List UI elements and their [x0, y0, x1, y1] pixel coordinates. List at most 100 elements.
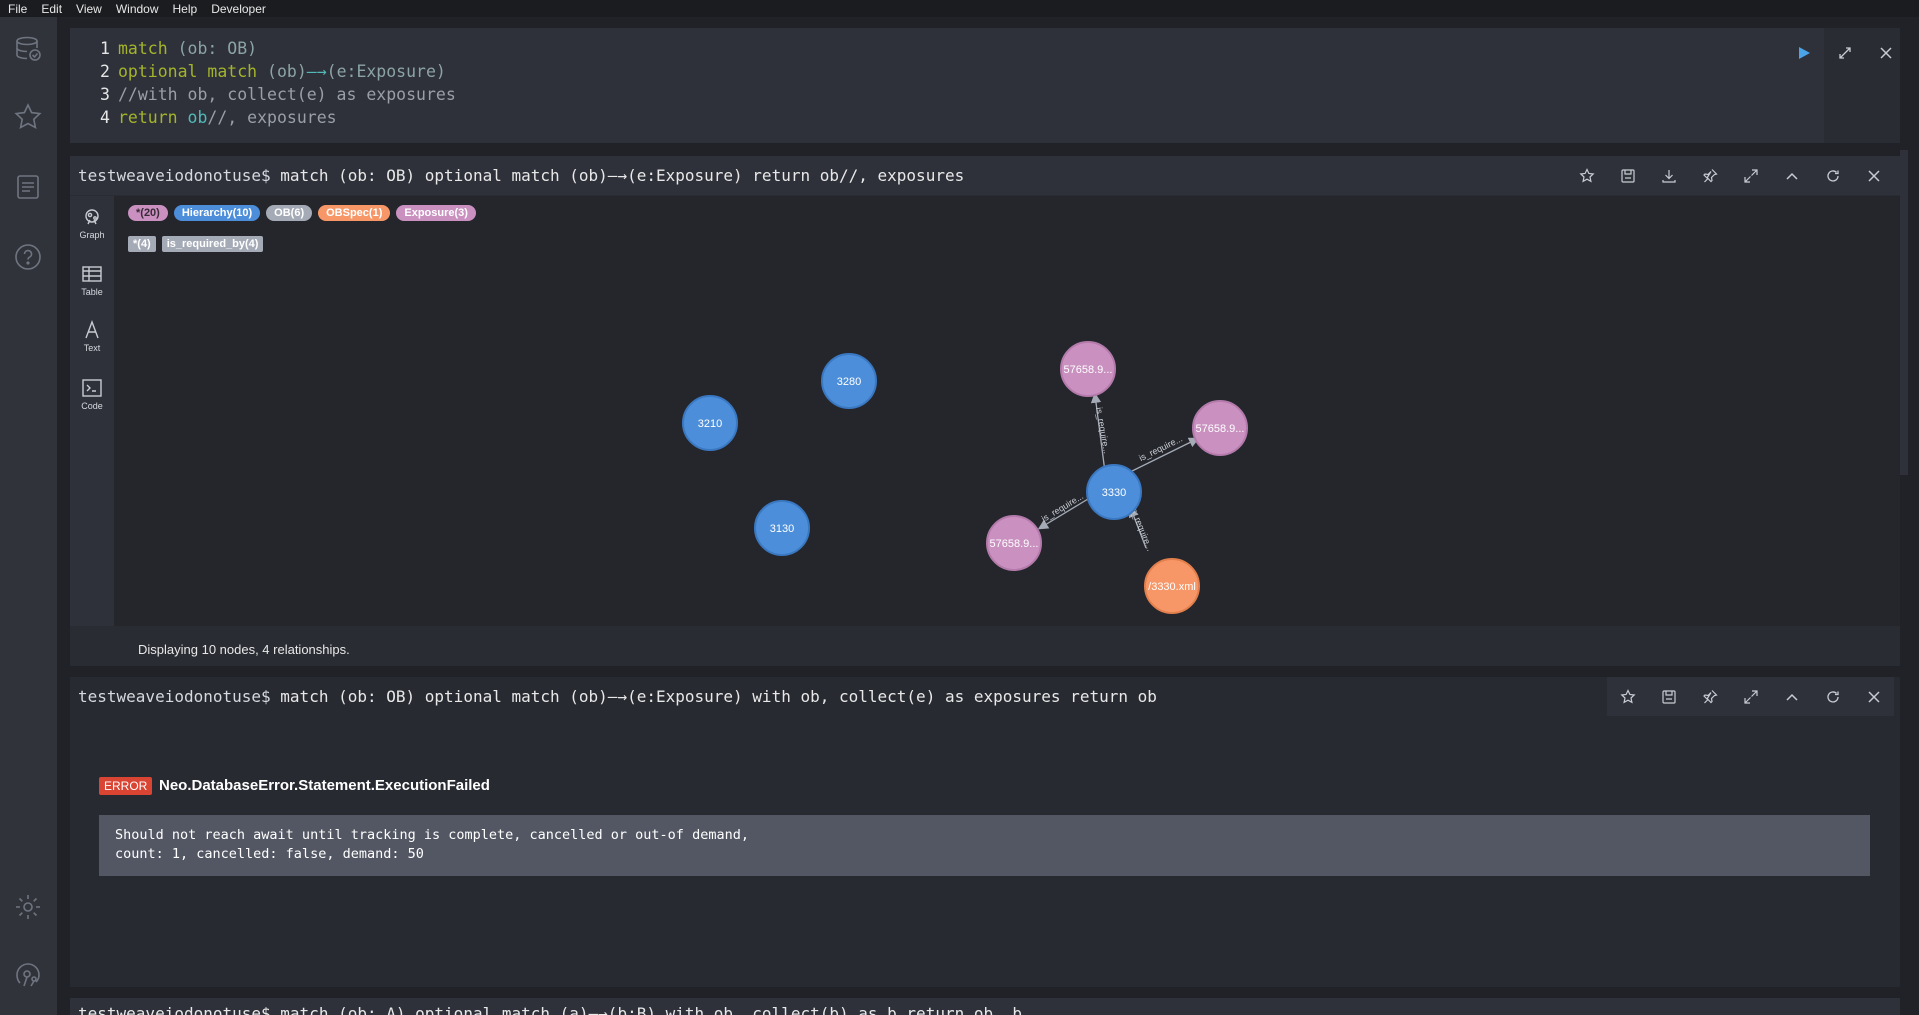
- error-message-box: Should not reach await until tracking is…: [99, 815, 1870, 876]
- save-icon: [1620, 168, 1635, 183]
- expand-icon: [1743, 168, 1758, 183]
- code-token: (ob: OB): [177, 39, 258, 58]
- code-token: (e:Exposure): [326, 62, 446, 81]
- run-button[interactable]: [1791, 40, 1817, 66]
- tab-code[interactable]: Code: [70, 378, 114, 411]
- node-obspec[interactable]: /3330.xml: [1144, 558, 1200, 614]
- label-pill-exposure[interactable]: Exposure(3): [396, 205, 476, 221]
- node-3280[interactable]: 3280: [821, 353, 877, 409]
- play-icon: [1799, 47, 1810, 59]
- rel-pill-all[interactable]: *(4): [128, 236, 156, 252]
- rel-type-bar: *(4) is_required_by(4): [128, 234, 269, 252]
- code-token: return: [118, 108, 188, 127]
- collapse-button[interactable]: [1771, 156, 1812, 195]
- node-3210[interactable]: 3210: [682, 395, 738, 451]
- close-frame-button[interactable]: [1853, 156, 1894, 195]
- expand-icon: [1839, 47, 1851, 59]
- graph-svg[interactable]: is_require... is_require... is_require..…: [114, 296, 1900, 666]
- expand-editor-button[interactable]: [1832, 40, 1858, 66]
- node-exposure[interactable]: 57658.9...: [986, 515, 1042, 571]
- frame-query: match (ob: OB) optional match (ob)—→(e:E…: [270, 166, 965, 185]
- frame-toolbar: [1607, 677, 1894, 716]
- node-3330[interactable]: 3330: [1086, 464, 1142, 520]
- relationship[interactable]: is_require...: [1125, 434, 1200, 475]
- download-icon: [1661, 169, 1676, 183]
- favorite-button[interactable]: [1607, 677, 1648, 716]
- close-icon: [1867, 690, 1880, 703]
- node-exposure[interactable]: 57658.9...: [1192, 400, 1248, 456]
- graph-canvas[interactable]: *(20) Hierarchy(10) OB(6) OBSpec(1) Exposure…: [114, 196, 1900, 666]
- rerun-button[interactable]: [1812, 156, 1853, 195]
- code-token: —→: [306, 62, 327, 81]
- tab-graph[interactable]: Graph: [70, 207, 114, 240]
- scrollbar[interactable]: [1900, 150, 1908, 475]
- menu-developer[interactable]: Developer: [203, 2, 272, 16]
- code-token: //with ob, collect(e) as exposures: [118, 85, 456, 104]
- editor-code[interactable]: 1 match (ob: OB) 2 optional match (ob)—→(e…: [100, 37, 1800, 129]
- help-icon[interactable]: [14, 243, 42, 271]
- node-caption: 3280: [837, 376, 861, 388]
- code-token: (ob): [267, 62, 307, 81]
- chevron-up-icon: [1785, 693, 1798, 701]
- error-message-line: Should not reach await until tracking is…: [115, 827, 749, 843]
- database-icon[interactable]: [14, 35, 42, 63]
- rerun-button[interactable]: [1812, 677, 1853, 716]
- node-caption: /3330.xml: [1148, 581, 1196, 593]
- label-pill-obspec[interactable]: OBSpec(1): [318, 205, 391, 221]
- refresh-icon: [1826, 169, 1839, 182]
- relationship[interactable]: is_require...: [1037, 491, 1089, 530]
- close-frame-button[interactable]: [1853, 677, 1894, 716]
- rel-pill-is-required-by[interactable]: is_required_by(4): [161, 236, 264, 252]
- relationship-caption: is_require...: [1040, 491, 1085, 524]
- tab-table[interactable]: Table: [70, 264, 114, 297]
- menu-help[interactable]: Help: [165, 2, 204, 16]
- menu-edit[interactable]: Edit: [33, 2, 68, 16]
- result-frame-error: testweaveiodonotuse$ match (ob: OB) opti…: [70, 677, 1900, 987]
- label-pill-hierarchy[interactable]: Hierarchy(10): [173, 205, 261, 221]
- menu-file[interactable]: File: [0, 2, 33, 16]
- fullscreen-button[interactable]: [1730, 677, 1771, 716]
- clear-editor-button[interactable]: [1873, 40, 1899, 66]
- neo4j-icon[interactable]: [14, 961, 42, 989]
- save-project-button[interactable]: [1648, 677, 1689, 716]
- menu-view[interactable]: View: [68, 2, 108, 16]
- result-frame-graph: testweaveiodonotuse$ match (ob: OB) opti…: [70, 156, 1900, 666]
- node-caption: 3130: [770, 523, 794, 535]
- relationship[interactable]: is_require...: [1090, 392, 1112, 473]
- fullscreen-button[interactable]: [1730, 156, 1771, 195]
- editor-line: 3 //with ob, collect(e) as exposures: [100, 83, 1800, 106]
- node-label-bar: *(20) Hierarchy(10) OB(6) OBSpec(1) Exposure…: [128, 203, 482, 221]
- star-icon[interactable]: [14, 103, 42, 131]
- query-editor[interactable]: 1 match (ob: OB) 2 optional match (ob)—→(e…: [70, 28, 1900, 143]
- document-icon[interactable]: [14, 173, 42, 201]
- editor-line: 2 optional match (ob)—→(e:Exposure): [100, 60, 1800, 83]
- frame-title[interactable]: testweaveiodonotuse$ match (ob: OB) opti…: [78, 166, 964, 185]
- save-icon: [1661, 689, 1676, 704]
- label-pill-ob[interactable]: OB(6): [266, 205, 313, 221]
- error-title: Neo.DatabaseError.Statement.ExecutionFai…: [159, 777, 490, 794]
- tab-text[interactable]: Text: [70, 320, 114, 353]
- menu-window[interactable]: Window: [108, 2, 165, 16]
- node-exposure[interactable]: 57658.9...: [1060, 341, 1116, 397]
- code-token: optional match: [118, 62, 268, 81]
- save-project-button[interactable]: [1607, 156, 1648, 195]
- star-icon: [1578, 167, 1595, 182]
- settings-icon[interactable]: [14, 893, 42, 921]
- label-pill-all[interactable]: *(20): [128, 205, 168, 221]
- collapse-button[interactable]: [1771, 677, 1812, 716]
- node-caption: 3210: [698, 418, 722, 430]
- pin-button[interactable]: [1689, 677, 1730, 716]
- chevron-up-icon: [1785, 172, 1798, 180]
- frame-title[interactable]: testweaveiodonotuse$ match (ob: A) optio…: [78, 1004, 1022, 1015]
- editor-line: 1 match (ob: OB): [100, 37, 1800, 60]
- graph-status-text: Displaying 10 nodes, 4 relationships.: [138, 642, 350, 657]
- favorite-button[interactable]: [1566, 156, 1607, 195]
- export-button[interactable]: [1648, 156, 1689, 195]
- close-icon: [1867, 169, 1880, 182]
- graph-status-bar: Displaying 10 nodes, 4 relationships.: [70, 626, 1900, 666]
- pin-button[interactable]: [1689, 156, 1730, 195]
- tab-label: Code: [81, 401, 103, 411]
- node-3130[interactable]: 3130: [754, 500, 810, 556]
- error-message-line: count: 1, cancelled: false, demand: 50: [115, 846, 424, 862]
- frame-title[interactable]: testweaveiodonotuse$ match (ob: OB) opti…: [78, 687, 1157, 706]
